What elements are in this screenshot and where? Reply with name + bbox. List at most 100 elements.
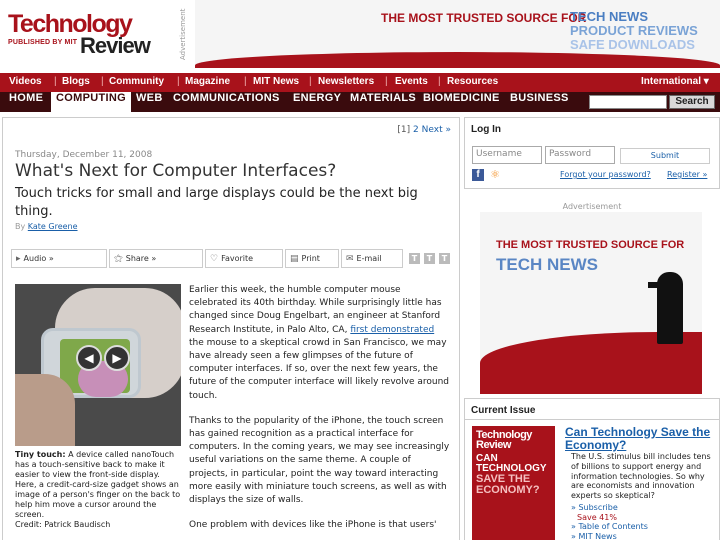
site-logo[interactable]: Technology PUBLISHED BY MIT Review bbox=[8, 6, 178, 66]
cover-headline-link[interactable]: Can Technology Save the Economy? bbox=[565, 426, 715, 452]
banner-trusted-text: THE MOST TRUSTED SOURCE FOR bbox=[381, 11, 587, 25]
facebook-icon[interactable]: f bbox=[472, 169, 484, 181]
nav-videos[interactable]: Videos bbox=[9, 76, 42, 87]
p1-after: the mouse to a skeptical crowd in San Fr… bbox=[189, 337, 450, 401]
logo-published-by: PUBLISHED BY MIT bbox=[8, 39, 78, 46]
print-button[interactable]: ▤ Print bbox=[285, 249, 339, 268]
magazine-cover[interactable]: Technology Review CAN TECHNOLOGY SAVE TH… bbox=[472, 426, 555, 540]
cover-description: The U.S. stimulus bill includes tens of … bbox=[571, 452, 711, 501]
first-demonstrated-link[interactable]: first demonstrated bbox=[350, 325, 434, 335]
speaker-icon: ▸ bbox=[16, 254, 21, 264]
play-icon: ▶ bbox=[104, 345, 130, 371]
section-web[interactable]: WEB bbox=[131, 92, 168, 112]
text-size-medium-icon[interactable]: T bbox=[424, 253, 435, 264]
article-title: What's Next for Computer Interfaces? bbox=[15, 161, 337, 181]
print-label: Print bbox=[301, 254, 320, 263]
section-biomedicine[interactable]: BIOMEDICINE bbox=[418, 92, 505, 112]
section-energy[interactable]: ENERGY bbox=[288, 92, 346, 112]
login-box: Log In Username Password Submit f ⚛ Forg… bbox=[464, 117, 720, 189]
nav-magazine[interactable]: Magazine bbox=[185, 76, 230, 87]
nav-newsletters[interactable]: Newsletters bbox=[318, 76, 374, 87]
banner-wave-graphic bbox=[195, 52, 720, 68]
ad-label-vertical: Advertisement bbox=[179, 8, 187, 60]
register-link[interactable]: Register » bbox=[667, 170, 707, 179]
section-communications[interactable]: COMMUNICATIONS bbox=[168, 92, 285, 112]
share-icon: ⚝ bbox=[114, 254, 123, 264]
username-field[interactable]: Username bbox=[472, 146, 542, 164]
byline: By Kate Greene bbox=[15, 222, 78, 231]
nav-mit-news[interactable]: MIT News bbox=[253, 76, 299, 87]
nav-separator: | bbox=[101, 76, 104, 87]
article-date: Thursday, December 11, 2008 bbox=[15, 150, 153, 160]
photo-caption: Tiny touch: A device called nanoTouch ha… bbox=[15, 450, 181, 530]
login-title: Log In bbox=[471, 124, 501, 135]
text-size-small-icon[interactable]: T bbox=[409, 253, 420, 264]
section-business[interactable]: BUSINESS bbox=[505, 92, 574, 112]
nav-resources[interactable]: Resources bbox=[447, 76, 498, 87]
openid-icon[interactable]: ⚛ bbox=[489, 169, 501, 181]
divider bbox=[465, 419, 719, 420]
photo-thumb bbox=[15, 374, 75, 446]
nav-blogs[interactable]: Blogs bbox=[62, 76, 90, 87]
mit-news-link[interactable]: » MIT News bbox=[571, 532, 648, 540]
side-ad-tech-news: TECH NEWS bbox=[496, 255, 598, 274]
cover-line-1: CAN TECHNOLOGY bbox=[476, 453, 547, 474]
share-button[interactable]: ⚝ Share » bbox=[109, 249, 203, 268]
caption-label: Tiny touch: bbox=[15, 450, 66, 459]
current-issue-box: Current Issue Technology Review CAN TECH… bbox=[464, 398, 720, 540]
banner-product-reviews: PRODUCT REVIEWS bbox=[570, 23, 698, 38]
ad-label: Advertisement bbox=[562, 202, 622, 211]
submit-button[interactable]: Submit bbox=[620, 148, 710, 164]
nav-international-dropdown[interactable]: International ▾ bbox=[641, 76, 709, 87]
paragraph-1: Earlier this week, the humble computer m… bbox=[189, 284, 451, 403]
nav-separator: | bbox=[385, 76, 388, 87]
banner-safe-downloads: SAFE DOWNLOADS bbox=[570, 37, 695, 52]
byline-prefix: By bbox=[15, 222, 26, 231]
section-materials[interactable]: MATERIALS bbox=[345, 92, 421, 112]
subscribe-link[interactable]: » Subscribe bbox=[571, 503, 648, 513]
side-ad-trusted: THE MOST TRUSTED SOURCE FOR bbox=[496, 239, 685, 251]
page-current: [1] bbox=[397, 125, 411, 135]
email-label: E-mail bbox=[356, 254, 382, 263]
side-ad-banner[interactable]: THE MOST TRUSTED SOURCE FOR TECH NEWS bbox=[480, 212, 702, 394]
article-body: Earlier this week, the humble computer m… bbox=[189, 284, 451, 540]
forgot-password-link[interactable]: Forgot your password? bbox=[560, 170, 651, 179]
envelope-icon: ✉ bbox=[346, 254, 354, 264]
top-banner-ad[interactable]: THE MOST TRUSTED SOURCE FOR TECH NEWS PR… bbox=[195, 0, 720, 68]
cover-line-2: SAVE THE ECONOMY? bbox=[476, 473, 540, 496]
nav-events[interactable]: Events bbox=[395, 76, 428, 87]
section-home[interactable]: HOME bbox=[4, 92, 48, 112]
section-computing[interactable]: COMPUTING bbox=[51, 92, 131, 112]
favorite-label: Favorite bbox=[221, 254, 254, 263]
back-arrow-icon: ◀ bbox=[76, 345, 102, 371]
favorite-button[interactable]: ♡ Favorite bbox=[205, 249, 283, 268]
article-column: [1] 2 Next » Thursday, December 11, 2008… bbox=[2, 117, 460, 540]
print-icon: ▤ bbox=[290, 254, 299, 264]
current-issue-title: Current Issue bbox=[471, 405, 536, 416]
paragraph-2: Thanks to the popularity of the iPhone, … bbox=[189, 415, 450, 506]
share-label: Share » bbox=[125, 254, 157, 263]
author-link[interactable]: Kate Greene bbox=[28, 222, 78, 231]
audio-button[interactable]: ▸ Audio » bbox=[11, 249, 107, 268]
issue-links: » Subscribe Save 41% » Table of Contents… bbox=[571, 503, 648, 540]
search-button[interactable]: Search bbox=[669, 95, 715, 109]
article-subtitle: Touch tricks for small and large display… bbox=[15, 186, 418, 219]
logo-review: Review bbox=[80, 33, 151, 58]
email-button[interactable]: ✉ E-mail bbox=[341, 249, 403, 268]
page-2-link[interactable]: 2 bbox=[413, 125, 419, 135]
text-size-large-icon[interactable]: T bbox=[439, 253, 450, 264]
page: Technology PUBLISHED BY MIT Review Adver… bbox=[0, 0, 720, 540]
nav-community[interactable]: Community bbox=[109, 76, 164, 87]
save-percent: Save 41% bbox=[577, 512, 617, 522]
nav-separator: | bbox=[177, 76, 180, 87]
nav-separator: | bbox=[309, 76, 312, 87]
search-input[interactable] bbox=[589, 95, 667, 109]
next-page-link[interactable]: Next » bbox=[422, 125, 451, 135]
table-of-contents-link[interactable]: » Table of Contents bbox=[571, 522, 648, 532]
utility-nav: Videos | Blogs | Community | Magazine | … bbox=[0, 73, 720, 92]
article-photo[interactable]: ◀ ▶ bbox=[15, 284, 181, 446]
banner-tech-news: TECH NEWS bbox=[570, 9, 648, 24]
password-field[interactable]: Password bbox=[545, 146, 615, 164]
audio-label: Audio » bbox=[23, 254, 54, 263]
cover-logo: Technology Review bbox=[476, 429, 532, 451]
